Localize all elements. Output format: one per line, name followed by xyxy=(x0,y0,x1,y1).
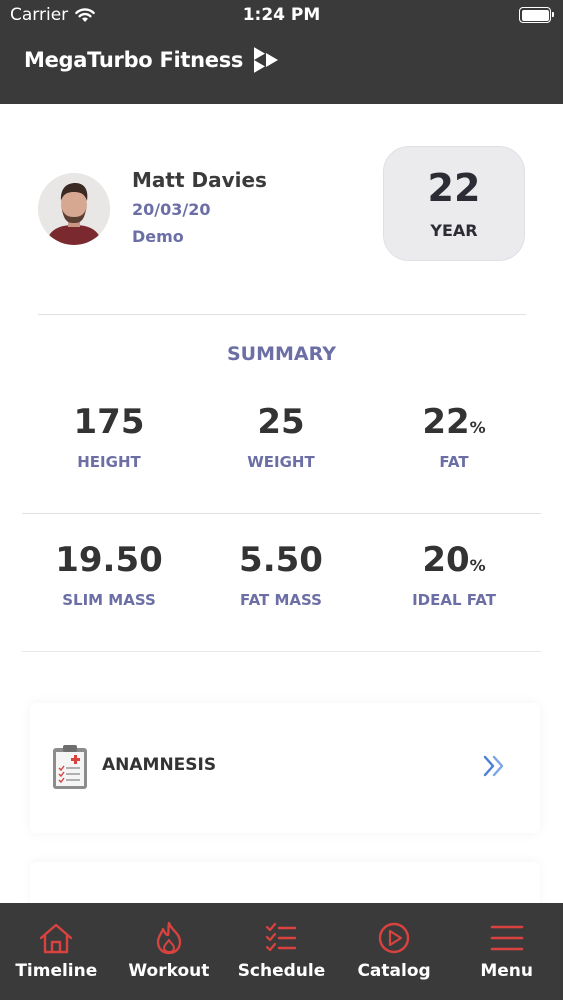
home-icon xyxy=(40,923,73,954)
brand-logo: MegaTurbo Fitness xyxy=(24,44,281,76)
tab-label: Catalog xyxy=(357,961,431,981)
metric-value: 19.50 xyxy=(19,543,199,577)
tab-menu[interactable]: Menu xyxy=(450,903,563,1000)
age-label: YEAR xyxy=(430,221,478,240)
tab-label: Workout xyxy=(128,961,210,981)
metric-label: WEIGHT xyxy=(247,453,315,471)
metric-number: 25 xyxy=(257,402,305,442)
tab-schedule[interactable]: Schedule xyxy=(225,903,338,1000)
avatar-image xyxy=(38,173,110,245)
metric-value: 22% xyxy=(364,405,544,439)
metric-weight: 25 WEIGHT xyxy=(191,405,371,471)
divider xyxy=(38,314,526,315)
age-value: 22 xyxy=(427,166,481,210)
metric-value: 25 xyxy=(191,405,371,439)
divider xyxy=(22,651,541,652)
status-bar: Carrier 1:24 PM xyxy=(0,0,563,32)
clipboard-icon xyxy=(53,745,87,789)
metric-fat: 22% FAT xyxy=(364,405,544,471)
metric-label: FAT xyxy=(439,453,469,471)
metric-label: IDEAL FAT xyxy=(412,591,496,609)
metric-value: 5.50 xyxy=(191,543,371,577)
checklist-icon xyxy=(266,922,297,952)
profile-name: Matt Davies xyxy=(132,168,267,192)
hamburger-icon xyxy=(490,925,523,951)
tab-bar: Timeline Workout Schedule Catalog Menu xyxy=(0,903,563,1000)
metric-height: 175 HEIGHT xyxy=(19,405,199,471)
tab-label: Menu xyxy=(480,961,533,981)
profile-date: 20/03/20 xyxy=(132,200,211,219)
metric-number: 22 xyxy=(422,402,470,442)
metric-unit: % xyxy=(469,556,486,575)
card-label: ANAMNESIS xyxy=(102,755,217,775)
summary-title: SUMMARY xyxy=(227,343,336,365)
age-badge: 22 YEAR xyxy=(383,146,525,261)
play-circle-icon xyxy=(378,922,410,954)
metric-number: 175 xyxy=(73,402,145,442)
metric-unit: % xyxy=(469,418,486,437)
divider xyxy=(22,513,541,514)
anamnesis-card[interactable]: ANAMNESIS xyxy=(30,703,540,833)
metric-number: 20 xyxy=(422,540,470,580)
double-chevron-right-icon[interactable] xyxy=(482,755,506,777)
brand-name: MegaTurbo Fitness xyxy=(24,48,244,72)
metric-label: FAT MASS xyxy=(240,591,322,609)
brand-play-icon xyxy=(253,45,279,75)
profile-info: Matt Davies 20/03/20 Demo xyxy=(132,168,267,246)
tab-timeline[interactable]: Timeline xyxy=(0,903,113,1000)
metric-value: 175 xyxy=(19,405,199,439)
metric-label: SLIM MASS xyxy=(62,591,156,609)
metric-fat-mass: 5.50 FAT MASS xyxy=(191,543,371,609)
tab-workout[interactable]: Workout xyxy=(113,903,226,1000)
app-header: MegaTurbo Fitness xyxy=(0,32,563,104)
clock: 1:24 PM xyxy=(242,5,321,25)
tab-label: Schedule xyxy=(237,961,326,981)
metric-ideal-fat: 20% IDEAL FAT xyxy=(364,543,544,609)
flame-icon xyxy=(156,921,182,955)
profile-plan: Demo xyxy=(132,227,184,246)
metric-slim-mass: 19.50 SLIM MASS xyxy=(19,543,199,609)
tab-label: Timeline xyxy=(15,961,98,981)
profile-header: Matt Davies 20/03/20 Demo xyxy=(38,168,267,246)
battery-icon xyxy=(519,7,554,23)
metric-number: 5.50 xyxy=(239,540,323,580)
metric-value: 20% xyxy=(364,543,544,577)
avatar[interactable] xyxy=(38,173,110,245)
tab-catalog[interactable]: Catalog xyxy=(338,903,451,1000)
metric-number: 19.50 xyxy=(55,540,163,580)
metric-label: HEIGHT xyxy=(77,453,141,471)
